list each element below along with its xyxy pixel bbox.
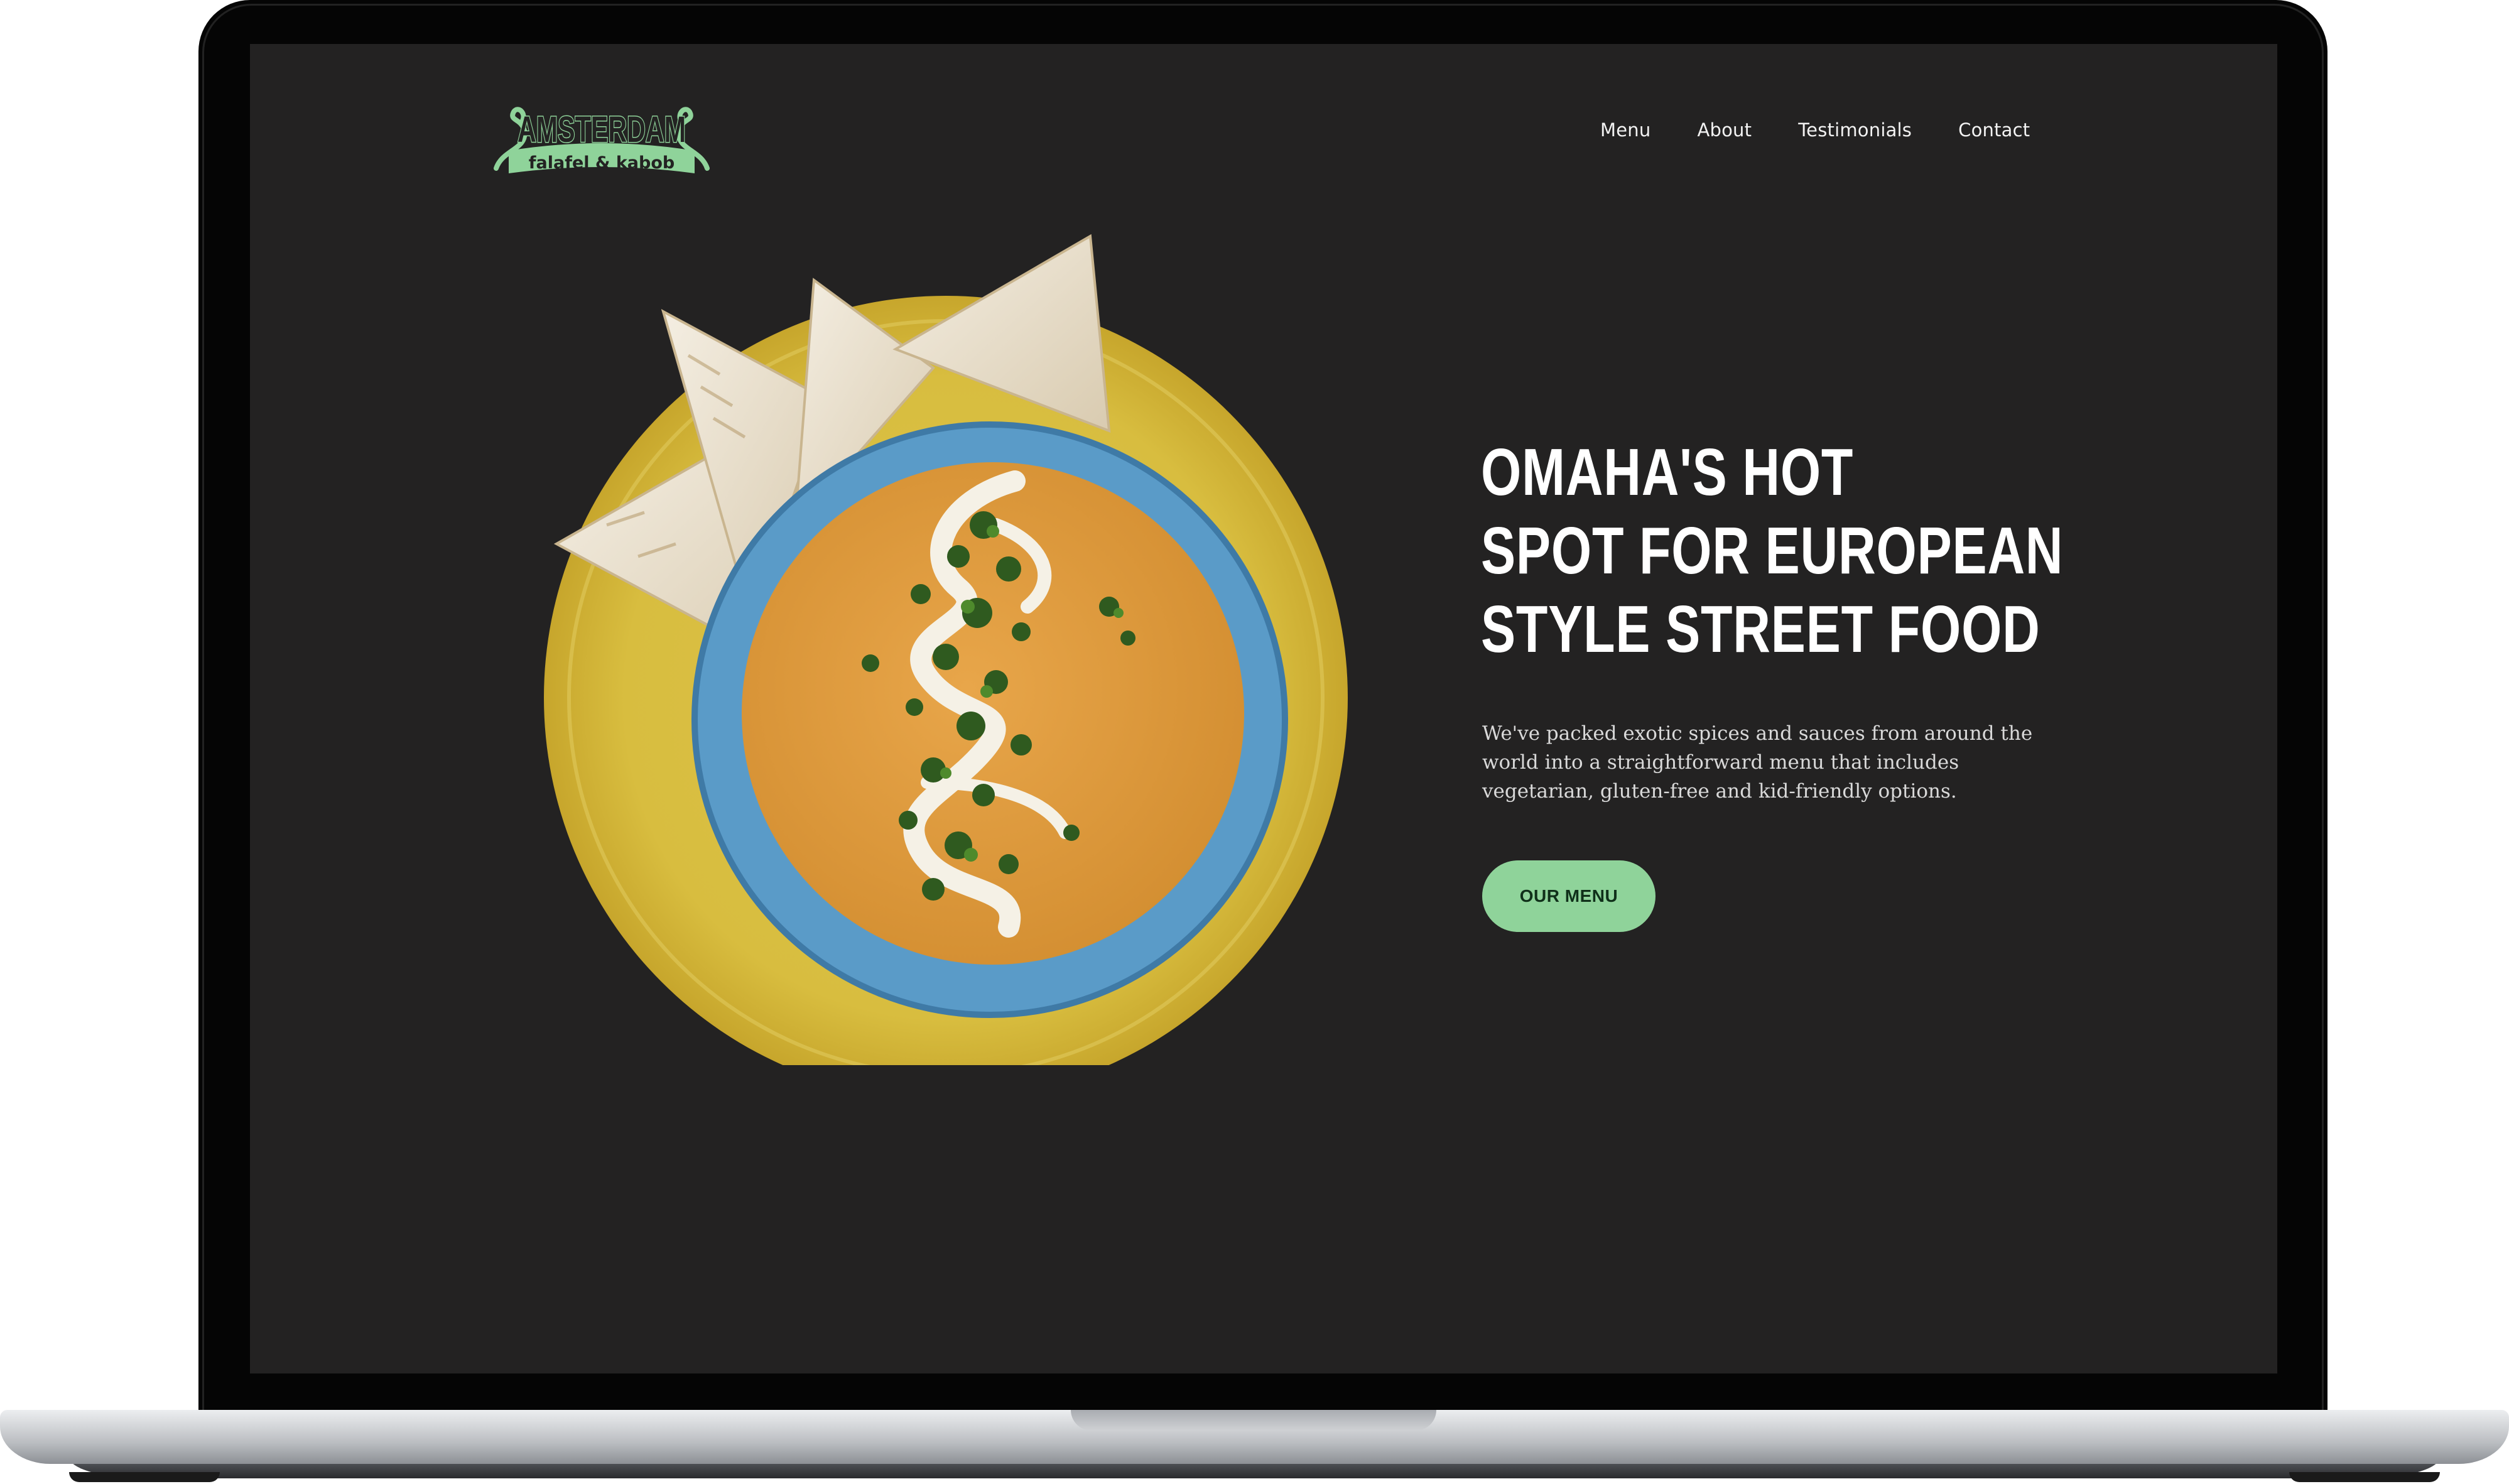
laptop-foot-left (69, 1472, 220, 1482)
our-menu-button[interactable]: OUR MENU (1482, 860, 1656, 932)
hero-tagline: We've packed exotic spices and sauces fr… (1482, 722, 2033, 803)
website-screen: AMSTERDAM falafel & kabob Menu About Tes… (250, 44, 2277, 1373)
nav-item-about[interactable]: About (1697, 119, 1752, 141)
hero-headline: OMAHA'S HOT SPOT FOR EUROPEAN STYLE STRE… (1481, 433, 2064, 669)
logo-mark: AMSTERDAM falafel & kabob (494, 107, 710, 173)
logo[interactable]: AMSTERDAM falafel & kabob (490, 93, 713, 182)
laptop-foot-right (2289, 1472, 2440, 1482)
headline-line-2: SPOT FOR EUROPEAN (1481, 514, 2064, 588)
nav-item-testimonials[interactable]: Testimonials (1798, 119, 1912, 141)
headline-line-1: OMAHA'S HOT (1481, 435, 1854, 509)
nav-item-contact[interactable]: Contact (1958, 119, 2030, 141)
main-nav: Menu About Testimonials Contact (1600, 119, 2030, 141)
hero-food-image (544, 230, 1360, 1065)
logo-word: AMSTERDAM (518, 109, 686, 150)
logo-subtitle: falafel & kabob (529, 153, 675, 173)
laptop-notch (1071, 1410, 1436, 1431)
headline-line-3: STYLE STREET FOOD (1481, 592, 2040, 666)
nav-item-menu[interactable]: Menu (1600, 119, 1650, 141)
